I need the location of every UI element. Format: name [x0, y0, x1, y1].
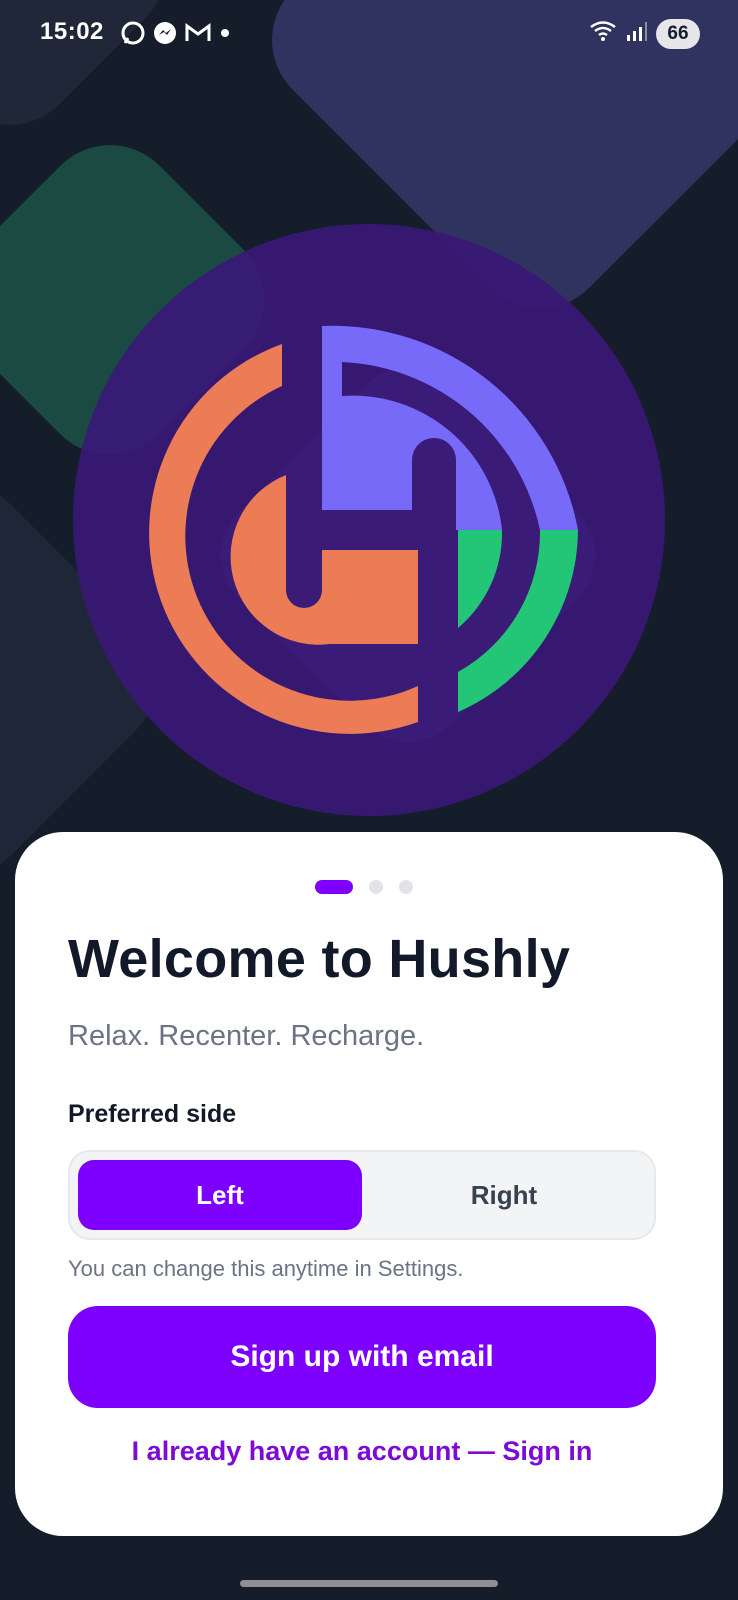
status-right: 66 [588, 18, 700, 49]
page-dot-active [315, 880, 353, 894]
page-dot [399, 880, 413, 894]
onboarding-card: Welcome to Hushly Relax. Recenter. Recha… [15, 832, 723, 1536]
sign-up-email-button[interactable]: Sign up with email [68, 1306, 656, 1408]
whatsapp-icon [120, 20, 146, 51]
wifi-icon [588, 18, 618, 49]
status-bar: 15:02 66 [0, 0, 738, 70]
onboarding-screen: 15:02 66 Welcome to Hushly Relax. Recent… [0, 0, 738, 1600]
status-time: 15:02 [40, 18, 104, 45]
battery-indicator: 66 [656, 18, 700, 49]
notification-icons [120, 20, 232, 51]
signal-icon [626, 19, 648, 48]
sign-in-link[interactable]: I already have an account — Sign in [68, 1436, 656, 1467]
messenger-icon [152, 20, 178, 51]
page-indicator [315, 880, 413, 894]
hero-logo [0, 0, 738, 860]
helper-text: You can change this anytime in Settings. [68, 1256, 464, 1281]
gmail-icon [184, 21, 212, 50]
page-title: Welcome to Hushly [68, 929, 571, 989]
side-option-right[interactable]: Right [362, 1160, 646, 1230]
side-option-left[interactable]: Left [78, 1160, 362, 1230]
page-subtitle: Relax. Recenter. Recharge. [68, 1020, 425, 1052]
page-dot [369, 880, 383, 894]
dot-icon [218, 26, 232, 45]
hushly-logo-icon [73, 224, 665, 816]
home-indicator[interactable] [240, 1580, 498, 1587]
preferred-side-label: Preferred side [68, 1100, 237, 1128]
preferred-side-toggle: Left Right [68, 1150, 656, 1240]
